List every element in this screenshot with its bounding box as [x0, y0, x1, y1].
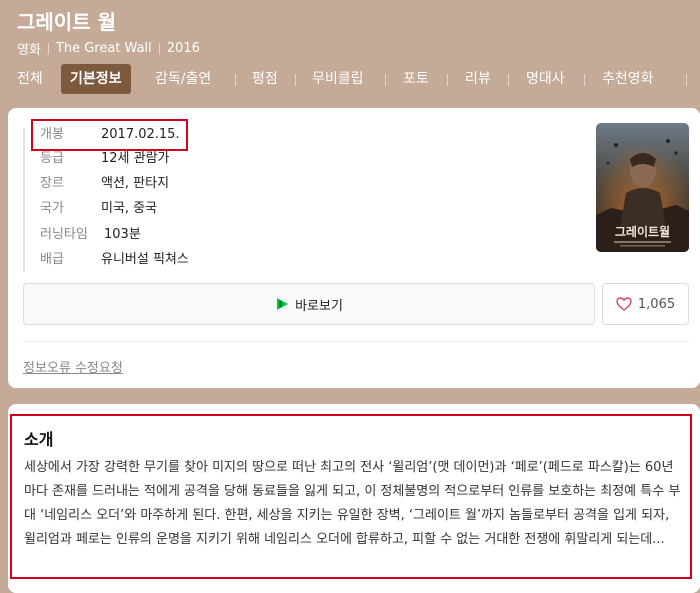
meta-year: 2016 [166, 41, 200, 56]
tab-review[interactable]: 리뷰 [465, 64, 491, 94]
play-icon [275, 297, 289, 311]
tab-all[interactable]: 전체 [17, 64, 43, 94]
tab-director-cast[interactable]: 감독/출연 [155, 64, 211, 94]
info-value: 액션, 판타지 [101, 176, 170, 191]
tab-divider [447, 74, 448, 86]
like-count: 1,065 [637, 296, 676, 312]
poster-title-text: 그레이트월 [615, 224, 670, 239]
info-label: 등급 [40, 151, 64, 166]
tab-divider [686, 74, 687, 86]
page-title: 그레이트 월 [17, 10, 116, 34]
info-label: 배급 [40, 252, 64, 267]
watch-now-label: 바로보기 [295, 298, 343, 314]
tab-basic-info[interactable]: 기본정보 [61, 64, 131, 94]
info-label: 장르 [40, 176, 64, 191]
poster-image: 그레이트월 [596, 123, 689, 252]
highlight-box-release [31, 119, 188, 151]
tab-divider [235, 74, 236, 86]
movie-poster[interactable]: 그레이트월 [596, 123, 689, 252]
tab-divider [508, 74, 509, 86]
tab-rating[interactable]: 평점 [252, 64, 278, 94]
watch-now-button[interactable]: 바로보기 [23, 283, 595, 325]
highlight-box-intro [10, 414, 692, 579]
movie-header: 그레이트 월 영화 The Great Wall 2016 전체 기본정보 감독… [0, 0, 700, 102]
movie-meta: 영화 The Great Wall 2016 [17, 39, 200, 58]
tab-divider [295, 74, 296, 86]
info-label: 러닝타임 [40, 227, 88, 242]
info-label: 국가 [40, 201, 64, 216]
report-error-link[interactable]: 정보오류 수정요청 [23, 357, 123, 376]
tab-divider [584, 74, 585, 86]
info-value: 유니버설 픽쳐스 [101, 252, 189, 267]
tab-movie-clip[interactable]: 무비클립 [312, 64, 364, 94]
tab-quotes[interactable]: 명대사 [526, 64, 565, 94]
tab-bar: 전체 기본정보 감독/출연 평점 무비클립 포토 리뷰 명대사 추천영화 [0, 64, 700, 96]
meta-divider [158, 42, 160, 55]
meta-original-title: The Great Wall [55, 41, 152, 56]
heart-icon [616, 297, 632, 311]
meta-divider [47, 42, 49, 55]
tab-photo[interactable]: 포토 [403, 64, 429, 94]
info-value: 미국, 중국 [101, 201, 158, 216]
like-button[interactable]: 1,065 [602, 283, 689, 325]
info-left-rule [23, 128, 25, 272]
info-value: 12세 관람가 [101, 151, 170, 166]
tab-divider [385, 74, 386, 86]
meta-category: 영화 [17, 43, 41, 58]
section-divider [23, 341, 689, 342]
tab-recommended[interactable]: 추천영화 [602, 64, 654, 94]
info-value: 103분 [104, 227, 141, 242]
